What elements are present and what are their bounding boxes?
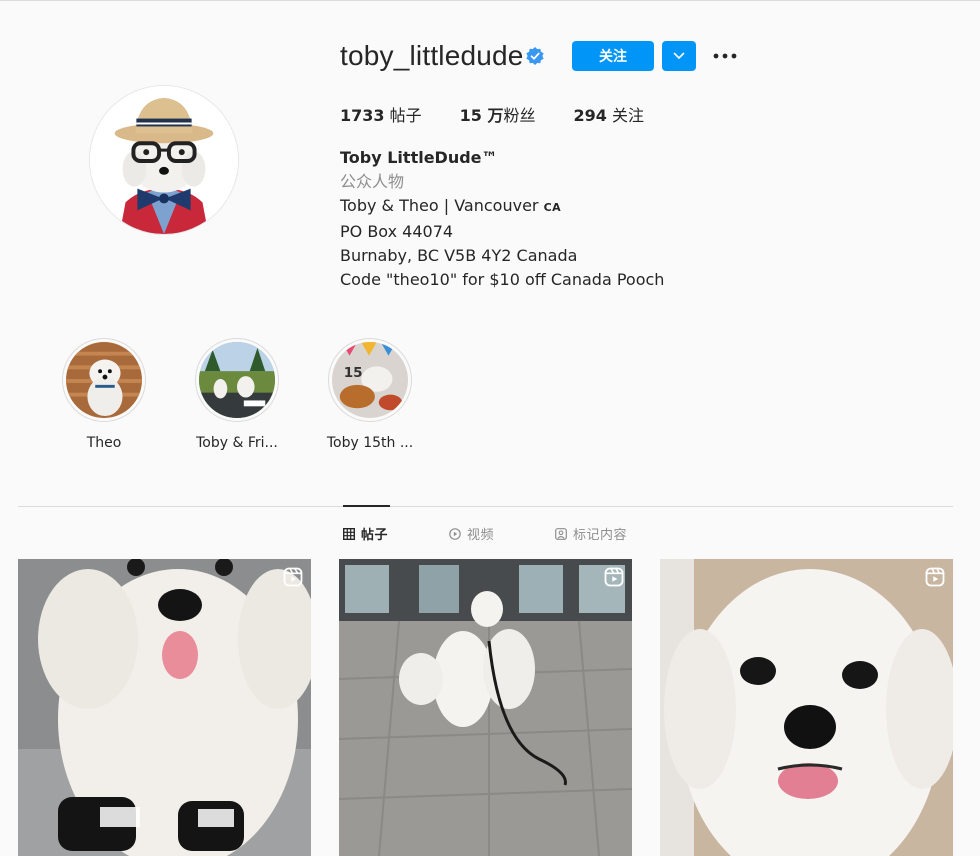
tab-posts[interactable]: 帖子 [343, 524, 388, 543]
profile-avatar[interactable] [89, 85, 239, 235]
grid-icon [343, 527, 355, 540]
more-options-button[interactable] [710, 44, 740, 68]
tab-label: 视频 [467, 528, 495, 543]
posts-count: 1733 帖子 [340, 102, 422, 126]
bio-line-1: Toby & Theo | Vancouver CA [340, 194, 664, 220]
posts-count-label: 帖子 [384, 106, 422, 125]
following-count-number: 294 [573, 106, 607, 125]
tab-tagged[interactable]: 标记内容 [555, 524, 627, 543]
suggested-dropdown-button[interactable] [662, 41, 696, 71]
profile-bio: Toby LittleDude™ 公众人物 Toby & Theo | Vanc… [340, 146, 664, 292]
highlight-toby-friends-image [199, 342, 275, 418]
bio-line-3: Burnaby, BC V5B 4Y2 Canada [340, 246, 578, 265]
tab-videos[interactable]: 视频 [449, 524, 494, 543]
profile-stats: 1733 帖子 15 万粉丝 294 关注 [340, 102, 682, 126]
play-circle-icon [449, 527, 461, 540]
following-count[interactable]: 294 关注 [573, 102, 644, 126]
reels-icon [925, 567, 945, 587]
followers-count-label: 粉丝 [503, 106, 536, 125]
highlight-sticker-text: 15 [344, 365, 363, 381]
active-tab-indicator [343, 505, 390, 507]
chevron-down-icon [673, 52, 685, 59]
post-thumbnail[interactable] [660, 559, 953, 856]
bio-line-1-text: Toby & Theo | Vancouver [340, 196, 544, 215]
highlight-toby-15th[interactable]: 15 Toby 15th ... [315, 338, 425, 451]
more-dots-icon [713, 53, 737, 59]
highlight-toby-15th-image: 15 [332, 342, 408, 418]
top-divider [0, 0, 980, 1]
tab-label: 标记内容 [573, 528, 628, 543]
avatar-image [90, 86, 238, 234]
bio-line-2: PO Box 44074 [340, 222, 454, 241]
verified-badge-icon [526, 47, 544, 65]
bio-category: 公众人物 [340, 172, 405, 191]
post-thumbnail[interactable] [339, 559, 632, 856]
canada-flag-icon: CA [543, 201, 562, 214]
profile-username: toby_littledude [340, 40, 524, 71]
post-thumbnail[interactable] [18, 559, 311, 856]
follow-button[interactable]: 关注 [572, 41, 654, 71]
highlight-theo[interactable]: Theo [49, 338, 159, 451]
bio-line-4: Code "theo10" for $10 off Canada Pooch [340, 270, 665, 289]
followers-count[interactable]: 15 万粉丝 [460, 102, 536, 126]
highlight-theo-image [66, 342, 142, 418]
bio-full-name: Toby LittleDude™ [340, 148, 498, 167]
highlight-label: Toby & Fri... [196, 435, 278, 451]
posts-count-number: 1733 [340, 106, 385, 125]
highlight-toby-friends[interactable]: Toby & Fri... [182, 338, 292, 451]
tagged-icon [555, 527, 567, 540]
post-image [660, 559, 953, 856]
highlight-label: Theo [86, 435, 122, 451]
post-image [339, 559, 632, 856]
tabs-divider [18, 506, 953, 507]
highlight-cover [195, 338, 279, 422]
reels-icon [283, 567, 303, 587]
highlight-cover [62, 338, 146, 422]
highlight-cover: 15 [328, 338, 412, 422]
following-count-label: 关注 [606, 106, 644, 125]
tab-label: 帖子 [361, 528, 389, 543]
highlight-label: Toby 15th ... [326, 435, 414, 451]
post-image [18, 559, 311, 856]
reels-icon [604, 567, 624, 587]
followers-count-number: 15 万 [459, 106, 504, 125]
